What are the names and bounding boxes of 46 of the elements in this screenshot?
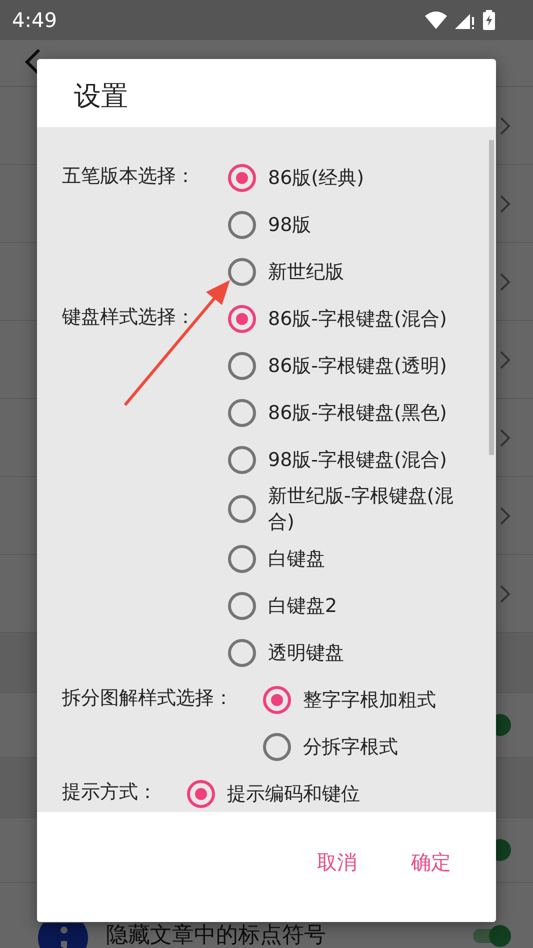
radio-option[interactable]: 新世纪版-字根键盘(混合) xyxy=(228,483,478,535)
radio-button[interactable] xyxy=(228,304,256,332)
chevron-icon[interactable] xyxy=(499,194,511,214)
chevron-icon[interactable] xyxy=(499,350,511,370)
radio-option[interactable]: 86版-字根键盘(混合) xyxy=(228,295,478,342)
wifi-icon xyxy=(425,11,447,29)
group-label: 键盘样式选择： xyxy=(62,305,196,330)
clock: 4:49 xyxy=(12,8,58,32)
radio-button[interactable] xyxy=(228,592,256,620)
radio-button[interactable] xyxy=(187,780,215,808)
setting-label: 隐藏文章中的标点符号 xyxy=(106,923,327,948)
radio-option[interactable]: 86版-字根键盘(透明) xyxy=(228,342,478,389)
chevron-icon[interactable] xyxy=(499,428,511,448)
radio-option[interactable]: 整字字根加粗式 xyxy=(263,676,478,723)
radio-option[interactable]: 透明键盘 xyxy=(228,629,478,676)
radio-option[interactable]: 98版 xyxy=(228,201,478,248)
group-label: 五笔版本选择： xyxy=(62,164,196,189)
radio-option[interactable]: 86版(经典) xyxy=(228,154,478,201)
toggle-switch[interactable] xyxy=(471,925,511,947)
radio-button[interactable] xyxy=(228,495,256,523)
radio-option[interactable]: 白键盘 xyxy=(228,535,478,582)
radio-option[interactable]: 提示编码和键位 xyxy=(187,770,478,812)
radio-option[interactable]: 86版-字根键盘(黑色) xyxy=(228,389,478,436)
cancel-button[interactable]: 取消 xyxy=(317,844,357,880)
radio-button[interactable] xyxy=(228,352,256,380)
radio-button[interactable] xyxy=(228,638,256,666)
radio-button[interactable] xyxy=(228,398,256,426)
radio-button[interactable] xyxy=(228,446,256,474)
confirm-button[interactable]: 确定 xyxy=(411,844,451,880)
radio-button[interactable] xyxy=(263,686,291,714)
dialog-title: 设置 xyxy=(73,80,129,114)
radio-option[interactable]: 白键盘2 xyxy=(228,582,478,629)
radio-button[interactable] xyxy=(263,732,291,760)
radio-button[interactable] xyxy=(228,544,256,572)
chevron-icon[interactable] xyxy=(499,272,511,292)
battery-icon xyxy=(483,10,495,30)
group-label: 提示方式： xyxy=(62,780,158,805)
chevron-icon[interactable] xyxy=(499,506,511,526)
group-label: 拆分图解样式选择： xyxy=(62,686,234,711)
radio-option[interactable]: 98版-字根键盘(混合) xyxy=(228,436,478,483)
chevron-icon[interactable] xyxy=(499,116,511,136)
chevron-icon[interactable] xyxy=(499,584,511,604)
radio-button[interactable] xyxy=(228,210,256,238)
radio-button[interactable] xyxy=(228,164,256,192)
back-icon[interactable] xyxy=(24,48,42,76)
radio-option[interactable]: 分拆字根式 xyxy=(263,723,478,770)
